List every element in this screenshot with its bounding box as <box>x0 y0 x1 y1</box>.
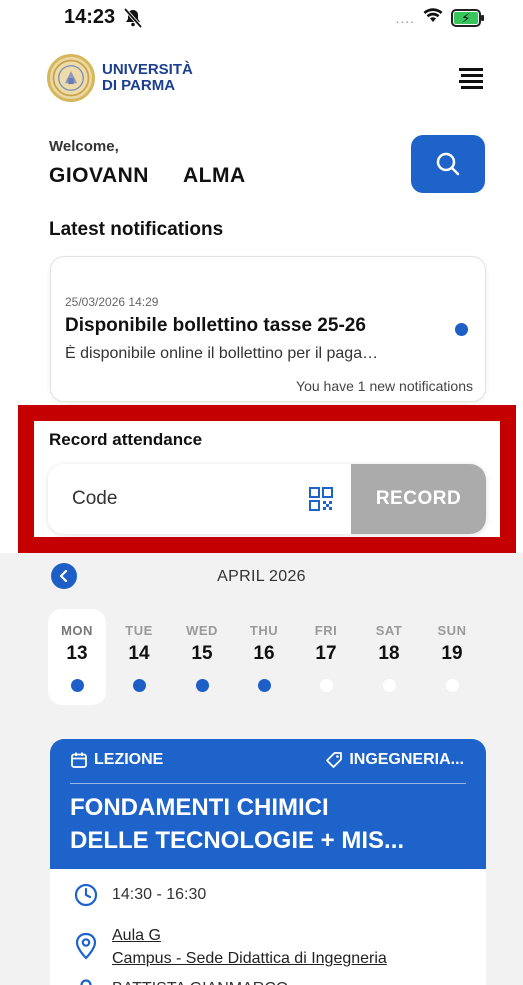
notification-count: You have 1 new notifications <box>296 378 473 394</box>
lesson-type: LEZIONE <box>70 751 163 769</box>
logo-line-2: DI PARMA <box>102 77 176 94</box>
lesson-title: FONDAMENTI CHIMICI DELLE TECNOLOGIE + MI… <box>70 791 470 857</box>
lesson-room-link[interactable]: Aula G <box>112 924 387 947</box>
event-dot <box>257 679 271 692</box>
wifi-icon <box>423 8 443 28</box>
location-pin-icon <box>75 932 97 960</box>
day-sat[interactable]: SAT 18 <box>360 609 418 705</box>
event-dot <box>445 679 459 692</box>
lesson-divider <box>70 783 466 784</box>
person-icon <box>80 979 92 985</box>
day-mon[interactable]: MON 13 <box>48 609 106 705</box>
notifications-heading: Latest notifications <box>49 219 224 240</box>
lesson-details: 14:30 - 16:30 Aula G Campus - Sede Didat… <box>50 869 486 985</box>
event-dot <box>319 679 333 692</box>
search-button[interactable] <box>411 135 485 193</box>
calendar-month: APRIL 2026 <box>217 568 306 585</box>
day-number: 18 <box>378 643 400 664</box>
lesson-location-row: Aula G Campus - Sede Didattica di Ingegn… <box>74 924 387 970</box>
day-name: TUE <box>125 623 153 638</box>
lesson-card[interactable]: LEZIONE INGEGNERIA... FONDAMENTI CHIMICI… <box>50 739 486 985</box>
day-wed[interactable]: WED 15 <box>173 609 231 705</box>
lesson-campus-link[interactable]: Campus - Sede Didattica di Ingegneria <box>112 947 387 970</box>
day-name: SUN <box>437 623 467 638</box>
lesson-header: LEZIONE INGEGNERIA... FONDAMENTI CHIMICI… <box>50 739 486 869</box>
hamburger-menu-icon[interactable] <box>459 68 483 90</box>
notification-date: 25/03/2026 14:29 <box>65 295 159 309</box>
lesson-title-line-2: DELLE TECNOLOGIE + MIS... <box>70 827 405 854</box>
unread-dot <box>455 323 468 336</box>
day-number: 17 <box>315 643 337 664</box>
attendance-code-input[interactable] <box>48 464 351 534</box>
event-dot <box>382 679 396 692</box>
day-number: 13 <box>66 643 88 664</box>
notification-title: Disponibile bollettino tasse 25-26 <box>65 315 366 336</box>
day-number: 19 <box>441 643 463 664</box>
calendar-section: APRIL 2026 MON 13 TUE 14 WED 15 THU 16 F… <box>0 553 523 985</box>
attendance-code-box: RECORD <box>48 464 486 534</box>
day-thu[interactable]: THU 16 <box>235 609 293 705</box>
event-dot <box>132 679 146 692</box>
lesson-department-label: INGEGNERIA... <box>349 751 464 768</box>
university-seal-logo <box>47 54 95 102</box>
tag-icon <box>326 752 343 768</box>
day-sun[interactable]: SUN 19 <box>423 609 481 705</box>
university-logo-text: UNIVERSITÀ DI PARMA <box>102 62 193 94</box>
event-dot <box>195 679 209 692</box>
day-fri[interactable]: FRI 17 <box>297 609 355 705</box>
calendar-icon <box>71 752 87 768</box>
user-first-name: GIOVANN <box>49 164 149 187</box>
lesson-type-label: LEZIONE <box>94 751 164 768</box>
search-icon <box>436 152 460 176</box>
welcome-label: Welcome, <box>49 138 119 155</box>
day-number: 16 <box>253 643 275 664</box>
notification-body: È disponibile online il bollettino per i… <box>65 345 379 362</box>
attendance-label: Record attendance <box>49 430 203 449</box>
notification-card[interactable]: 25/03/2026 14:29 Disponibile bollettino … <box>50 256 486 402</box>
lesson-teacher-row: BATTISTA GIANMARCO <box>74 977 288 985</box>
user-last-name: ALMA <box>182 164 246 187</box>
user-name: GIOVANN ALMA <box>49 164 246 188</box>
day-name: MON <box>61 623 93 638</box>
status-bar: 14:23 .... ⚡ <box>0 0 523 40</box>
day-tue[interactable]: TUE 14 <box>110 609 168 705</box>
week-day-strip: MON 13 TUE 14 WED 15 THU 16 FRI 17 SAT 1… <box>48 609 488 705</box>
status-time: 14:23 <box>64 6 116 28</box>
status-right: .... ⚡ <box>395 8 484 28</box>
battery-charging-icon: ⚡ <box>451 9 484 27</box>
lesson-teacher: BATTISTA GIANMARCO <box>112 977 288 985</box>
day-name: THU <box>249 623 279 638</box>
lesson-title-line-1: FONDAMENTI CHIMICI <box>70 794 329 821</box>
logo-line-1: UNIVERSITÀ <box>102 61 193 78</box>
app-header: UNIVERSITÀ DI PARMA <box>0 50 523 110</box>
lesson-department: INGEGNERIA... <box>325 751 464 769</box>
lesson-time-row: 14:30 - 16:30 <box>74 883 206 907</box>
lesson-time: 14:30 - 16:30 <box>112 886 207 903</box>
event-dot <box>70 679 84 692</box>
day-name: WED <box>186 623 218 638</box>
signal-dots: .... <box>395 10 415 26</box>
day-name: SAT <box>375 623 403 638</box>
clock-icon <box>74 883 98 907</box>
qr-code-icon[interactable] <box>308 486 334 512</box>
record-button[interactable]: RECORD <box>351 464 486 534</box>
day-name: FRI <box>314 623 338 638</box>
day-number: 14 <box>128 643 150 664</box>
silent-bell-icon <box>122 7 144 29</box>
day-number: 15 <box>191 643 213 664</box>
